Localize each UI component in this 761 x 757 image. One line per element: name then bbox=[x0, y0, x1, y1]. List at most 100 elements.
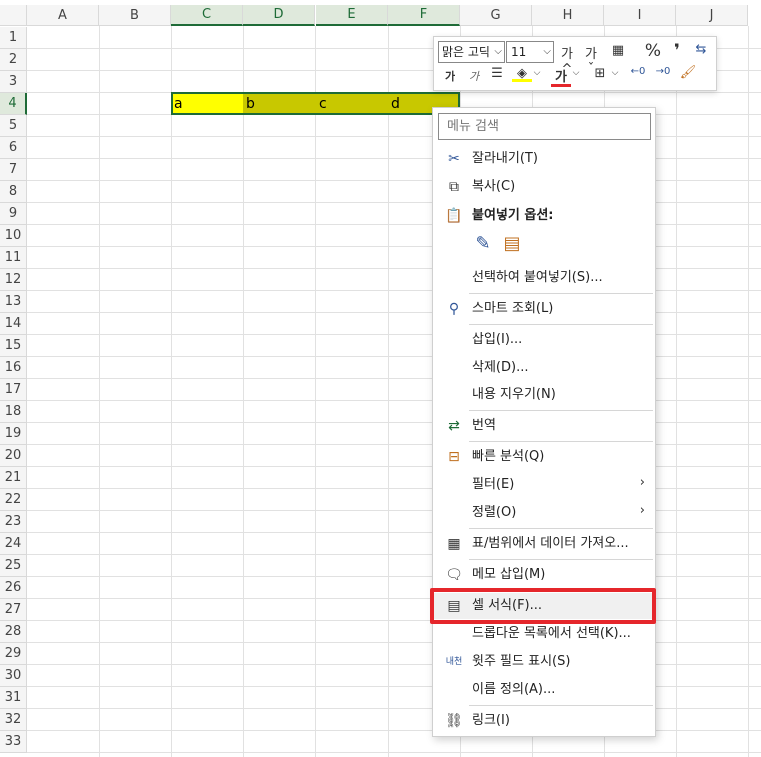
align-center-icon[interactable]: ☰ bbox=[488, 66, 506, 81]
row-header-10[interactable]: 10 bbox=[0, 225, 27, 247]
increase-decimal-icon[interactable]: ←0 bbox=[627, 66, 649, 77]
row-header-15[interactable]: 15 bbox=[0, 335, 27, 357]
menu-item-get-data[interactable]: ▦ 표/범위에서 데이터 가져오... bbox=[433, 531, 655, 557]
chevron-down-icon[interactable]: ⌵ bbox=[572, 68, 580, 78]
menu-item-paste-special[interactable]: 선택하여 붙여넣기(S)... bbox=[433, 265, 655, 291]
row-header-7[interactable]: 7 bbox=[0, 159, 27, 181]
menu-item-sort[interactable]: 정렬(O) › bbox=[433, 500, 655, 526]
format-painter-style-icon[interactable]: ▦ bbox=[608, 43, 628, 58]
search-icon: ⚲ bbox=[448, 301, 460, 317]
row-header-30[interactable]: 30 bbox=[0, 665, 27, 687]
column-header-b[interactable]: B bbox=[99, 5, 171, 26]
menu-divider bbox=[469, 324, 653, 325]
column-header-j[interactable]: J bbox=[676, 5, 748, 26]
column-header-f[interactable]: F bbox=[388, 5, 460, 26]
menu-item-delete[interactable]: 삭제(D)... bbox=[433, 355, 655, 381]
row-header-14[interactable]: 14 bbox=[0, 313, 27, 335]
row-header-12[interactable]: 12 bbox=[0, 269, 27, 291]
menu-item-pick-from-list[interactable]: 드롭다운 목록에서 선택(K)... bbox=[433, 621, 655, 647]
column-header-g[interactable]: G bbox=[460, 5, 532, 26]
font-color-button[interactable]: 가 bbox=[551, 66, 571, 87]
font-size-dropdown[interactable]: 11 ⌵ bbox=[506, 41, 554, 63]
column-header-c[interactable]: C bbox=[171, 5, 243, 26]
row-header-6[interactable]: 6 bbox=[0, 137, 27, 159]
menu-item-filter[interactable]: 필터(E) › bbox=[433, 472, 655, 498]
menu-item-copy[interactable]: ⧉ 복사(C) bbox=[433, 174, 655, 200]
row-header-29[interactable]: 29 bbox=[0, 643, 27, 665]
menu-search-input[interactable]: 메뉴 검색 bbox=[438, 113, 651, 140]
menu-item-cut[interactable]: ✂ 잘라내기(T) bbox=[433, 146, 655, 172]
row-header-19[interactable]: 19 bbox=[0, 423, 27, 445]
row-header-11[interactable]: 11 bbox=[0, 247, 27, 269]
quick-analysis-icon: ⊟ bbox=[448, 449, 460, 465]
row-header-4[interactable]: 4 bbox=[0, 93, 27, 115]
selected-range bbox=[171, 92, 460, 115]
chevron-down-icon[interactable]: ⌵ bbox=[533, 68, 541, 78]
format-painter-icon[interactable]: 🖌 bbox=[678, 65, 698, 80]
row-header-26[interactable]: 26 bbox=[0, 577, 27, 599]
row-header-13[interactable]: 13 bbox=[0, 291, 27, 313]
menu-item-phonetic[interactable]: 내천 윗주 필드 표시(S) bbox=[433, 649, 655, 675]
row-header-32[interactable]: 32 bbox=[0, 709, 27, 731]
menu-divider bbox=[469, 441, 653, 442]
menu-item-label: 이름 정의(A)... bbox=[472, 682, 556, 697]
menu-item-clear-contents[interactable]: 내용 지우기(N) bbox=[433, 382, 655, 408]
borders-icon[interactable]: ⊞ bbox=[591, 66, 609, 81]
table-icon: ▦ bbox=[447, 536, 461, 552]
row-header-2[interactable]: 2 bbox=[0, 49, 27, 71]
comma-style-button[interactable]: ❜ bbox=[670, 41, 684, 61]
row-header-28[interactable]: 28 bbox=[0, 621, 27, 643]
row-header-22[interactable]: 22 bbox=[0, 489, 27, 511]
wrap-text-icon[interactable]: ⇆ bbox=[692, 42, 710, 57]
menu-item-label: 표/범위에서 데이터 가져오... bbox=[472, 536, 629, 551]
menu-item-quick-analysis[interactable]: ⊟ 빠른 분석(Q) bbox=[433, 444, 655, 470]
row-header-17[interactable]: 17 bbox=[0, 379, 27, 401]
column-header-h[interactable]: H bbox=[532, 5, 604, 26]
paste-icon[interactable]: ▤ bbox=[501, 233, 523, 255]
row-header-24[interactable]: 24 bbox=[0, 533, 27, 555]
menu-item-insert-comment[interactable]: 🗨 메모 삽입(M) bbox=[433, 562, 655, 588]
menu-item-label: 윗주 필드 표시(S) bbox=[472, 654, 571, 669]
menu-item-label: 드롭다운 목록에서 선택(K)... bbox=[472, 626, 631, 641]
menu-item-label: 필터(E) bbox=[472, 477, 515, 492]
row-header-5[interactable]: 5 bbox=[0, 115, 27, 137]
scissors-icon: ✂ bbox=[448, 151, 460, 167]
bold-button[interactable]: 가 bbox=[442, 68, 458, 84]
column-header-e[interactable]: E bbox=[316, 5, 388, 26]
row-header-20[interactable]: 20 bbox=[0, 445, 27, 467]
row-header-8[interactable]: 8 bbox=[0, 181, 27, 203]
paste-formatting-icon[interactable]: ✎ bbox=[472, 233, 494, 255]
row-header-25[interactable]: 25 bbox=[0, 555, 27, 577]
menu-item-translate[interactable]: ⇄ 번역 bbox=[433, 413, 655, 439]
menu-item-label: 선택하여 붙여넣기(S)... bbox=[472, 270, 603, 285]
row-header-21[interactable]: 21 bbox=[0, 467, 27, 489]
menu-divider bbox=[469, 528, 653, 529]
row-header-3[interactable]: 3 bbox=[0, 71, 27, 93]
menu-item-label: 삽입(I)... bbox=[472, 332, 523, 347]
menu-item-smart-lookup[interactable]: ⚲ 스마트 조회(L) bbox=[433, 296, 655, 322]
context-menu: 메뉴 검색 ✂ 잘라내기(T) ⧉ 복사(C) 📋 붙여넣기 옵션: ✎ ▤ 선… bbox=[432, 107, 656, 737]
menu-item-link[interactable]: ⛓ 링크(I) bbox=[433, 708, 655, 734]
menu-item-label: 내용 지우기(N) bbox=[472, 387, 556, 402]
italic-button[interactable]: 가 bbox=[466, 68, 482, 84]
row-header-23[interactable]: 23 bbox=[0, 511, 27, 533]
row-header-27[interactable]: 27 bbox=[0, 599, 27, 621]
menu-item-label: 정렬(O) bbox=[472, 505, 517, 520]
column-header-i[interactable]: I bbox=[604, 5, 676, 26]
menu-item-define-name[interactable]: 이름 정의(A)... bbox=[433, 677, 655, 703]
chevron-down-icon[interactable]: ⌵ bbox=[611, 68, 619, 78]
row-header-33[interactable]: 33 bbox=[0, 731, 27, 753]
row-header-1[interactable]: 1 bbox=[0, 27, 27, 49]
column-header-a[interactable]: A bbox=[27, 5, 99, 26]
column-header-d[interactable]: D bbox=[243, 5, 315, 26]
fill-color-button[interactable]: ◈ bbox=[512, 66, 532, 82]
row-header-18[interactable]: 18 bbox=[0, 401, 27, 423]
row-header-31[interactable]: 31 bbox=[0, 687, 27, 709]
font-name-dropdown[interactable]: 맑은 고딕 ⌵ bbox=[438, 41, 505, 63]
percent-button[interactable]: % bbox=[644, 41, 662, 61]
decrease-decimal-icon[interactable]: →0 bbox=[652, 66, 674, 77]
select-all-corner[interactable] bbox=[0, 5, 27, 26]
row-header-16[interactable]: 16 bbox=[0, 357, 27, 379]
row-header-9[interactable]: 9 bbox=[0, 203, 27, 225]
menu-item-insert[interactable]: 삽입(I)... bbox=[433, 327, 655, 353]
